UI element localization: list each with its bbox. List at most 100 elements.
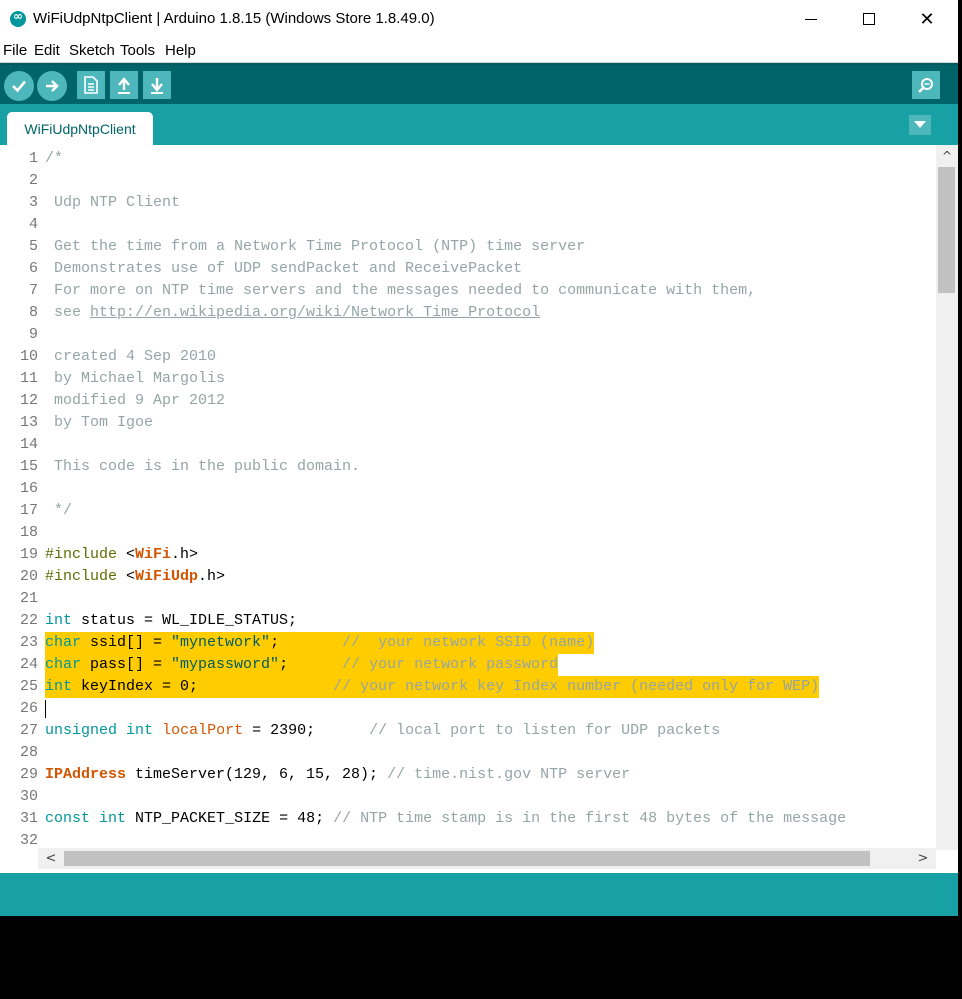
line-number: 13: [19, 414, 38, 431]
code-line[interactable]: 16: [0, 478, 936, 500]
tab-menu-button[interactable]: [909, 115, 931, 135]
verify-button[interactable]: [4, 71, 34, 101]
code-editor[interactable]: 1/* 2 3 Udp NTP Client 4 5 Get the time from…: [0, 145, 958, 873]
code-line[interactable]: 3 Udp NTP Client: [0, 192, 936, 214]
code-line[interactable]: 19 #include <WiFi.h>: [0, 544, 936, 566]
code-text: by Michael Margolis: [45, 368, 225, 390]
code-token: = 2390;: [243, 722, 370, 739]
code-token: char: [45, 656, 82, 673]
code-token: "mynetwork": [171, 634, 271, 651]
code-lines: 1/* 2 3 Udp NTP Client 4 5 Get the time from…: [0, 148, 936, 852]
code-token: /*: [45, 150, 64, 167]
code-line[interactable]: 18: [0, 522, 936, 544]
code-line[interactable]: 12 modified 9 Apr 2012: [0, 390, 936, 412]
open-button[interactable]: [110, 71, 138, 99]
horizontal-scrollbar[interactable]: < >: [38, 848, 936, 869]
code-token: WiFiUdp: [135, 568, 199, 585]
code-token: by Tom Igoe: [45, 414, 154, 431]
code-line[interactable]: 30: [0, 786, 936, 808]
code-token: char: [45, 634, 82, 651]
new-button[interactable]: [77, 71, 105, 99]
vertical-scroll-thumb[interactable]: [938, 167, 955, 293]
line-number: 28: [19, 744, 38, 761]
maximize-icon: [863, 13, 875, 25]
scroll-left-arrow-icon[interactable]: <: [40, 848, 62, 869]
code-line[interactable]: 24 char pass[] = "mypassword"; // your ne…: [0, 654, 936, 676]
minimize-button[interactable]: [782, 0, 840, 38]
code-token: .h>: [198, 568, 226, 585]
menu-tools[interactable]: Tools: [120, 42, 155, 59]
code-token: // your network password: [342, 656, 559, 673]
console-output: [0, 916, 958, 999]
code-line[interactable]: 14: [0, 434, 936, 456]
code-line[interactable]: 13 by Tom Igoe: [0, 412, 936, 434]
menu-help[interactable]: Help: [165, 42, 196, 59]
code-line[interactable]: 15 This code is in the public domain.: [0, 456, 936, 478]
code-text: created 4 Sep 2010: [45, 346, 216, 368]
serial-monitor-button[interactable]: [912, 71, 940, 99]
line-number: 23: [19, 634, 38, 651]
code-token: // NTP time stamp is in the first 48 byt…: [333, 810, 847, 827]
code-token: */: [45, 502, 73, 519]
code-line[interactable]: 4: [0, 214, 936, 236]
serial-monitor-icon: [918, 78, 933, 93]
code-text: modified 9 Apr 2012: [45, 390, 225, 412]
code-line[interactable]: 6 Demonstrates use of UDP sendPacket and…: [0, 258, 936, 280]
code-token: NTP_PACKET_SIZE = 48;: [126, 810, 334, 827]
code-token: created 4 Sep 2010: [45, 348, 217, 365]
scroll-right-arrow-icon[interactable]: >: [912, 848, 934, 869]
code-line[interactable]: 10 created 4 Sep 2010: [0, 346, 936, 368]
status-bar: [0, 873, 958, 916]
code-line[interactable]: 11 by Michael Margolis: [0, 368, 936, 390]
code-token: ssid[] =: [81, 634, 172, 651]
code-token: const: [45, 810, 91, 827]
save-button[interactable]: [143, 71, 171, 99]
line-number: 11: [19, 370, 38, 387]
horizontal-scroll-thumb[interactable]: [64, 851, 870, 866]
code-line[interactable]: 20 #include <WiFiUdp.h>: [0, 566, 936, 588]
line-number: 32: [19, 832, 38, 849]
upload-icon: [46, 80, 59, 92]
scroll-up-arrow-icon[interactable]: ^: [936, 145, 958, 167]
line-number: 14: [19, 436, 38, 453]
code-token: Get the time from a Network Time Protoco…: [45, 238, 586, 255]
code-text: IPAddress timeServer(129, 6, 15, 28); //…: [45, 764, 630, 786]
code-line[interactable]: 21: [0, 588, 936, 610]
new-icon: [84, 76, 98, 94]
code-line[interactable]: 5 Get the time from a Network Time Proto…: [0, 236, 936, 258]
close-icon: ✕: [919, 8, 935, 30]
code-line[interactable]: 28: [0, 742, 936, 764]
code-line[interactable]: 26: [0, 698, 936, 720]
code-line[interactable]: 7 For more on NTP time servers and the m…: [0, 280, 936, 302]
code-token: // time.nist.gov NTP server: [387, 766, 631, 783]
code-line[interactable]: 1 /*: [0, 148, 936, 170]
window-title: WiFiUdpNtpClient | Arduino 1.8.15 (Windo…: [33, 10, 435, 27]
code-line[interactable]: 17 */: [0, 500, 936, 522]
code-token: <: [117, 546, 136, 563]
code-line[interactable]: 27 unsigned int localPort = 2390; // loca…: [0, 720, 936, 742]
code-line[interactable]: 29 IPAddress timeServer(129, 6, 15, 28); …: [0, 764, 936, 786]
tab-wifiudpntpclient[interactable]: WiFiUdpNtpClient: [7, 112, 153, 145]
code-line[interactable]: 8 see http://en.wikipedia.org/wiki/Netwo…: [0, 302, 936, 324]
code-line[interactable]: 31 const int NTP_PACKET_SIZE = 48; // NTP…: [0, 808, 936, 830]
menu-edit[interactable]: Edit: [34, 42, 60, 59]
code-token: .h>: [171, 546, 199, 563]
line-number: 18: [19, 524, 38, 541]
line-number: 7: [28, 282, 38, 299]
close-button[interactable]: ✕: [898, 0, 956, 38]
upload-button[interactable]: [37, 71, 67, 101]
code-line[interactable]: 22 int status = WL_IDLE_STATUS;: [0, 610, 936, 632]
maximize-button[interactable]: [840, 0, 898, 38]
code-token: unsigned: [45, 722, 118, 739]
code-line[interactable]: 25 int keyIndex = 0; // your network key …: [0, 676, 936, 698]
vertical-scrollbar[interactable]: ^: [936, 145, 958, 850]
menu-sketch[interactable]: Sketch: [69, 42, 115, 59]
code-line[interactable]: 9: [0, 324, 936, 346]
menu-file[interactable]: File: [3, 42, 27, 59]
code-line[interactable]: 2: [0, 170, 936, 192]
code-line[interactable]: 23 char ssid[] = "mynetwork"; // your net…: [0, 632, 936, 654]
line-number: 20: [19, 568, 38, 585]
code-text: char pass[] = "mypassword"; // your netw…: [45, 654, 559, 676]
code-token: // local port to listen for UDP packets: [369, 722, 721, 739]
